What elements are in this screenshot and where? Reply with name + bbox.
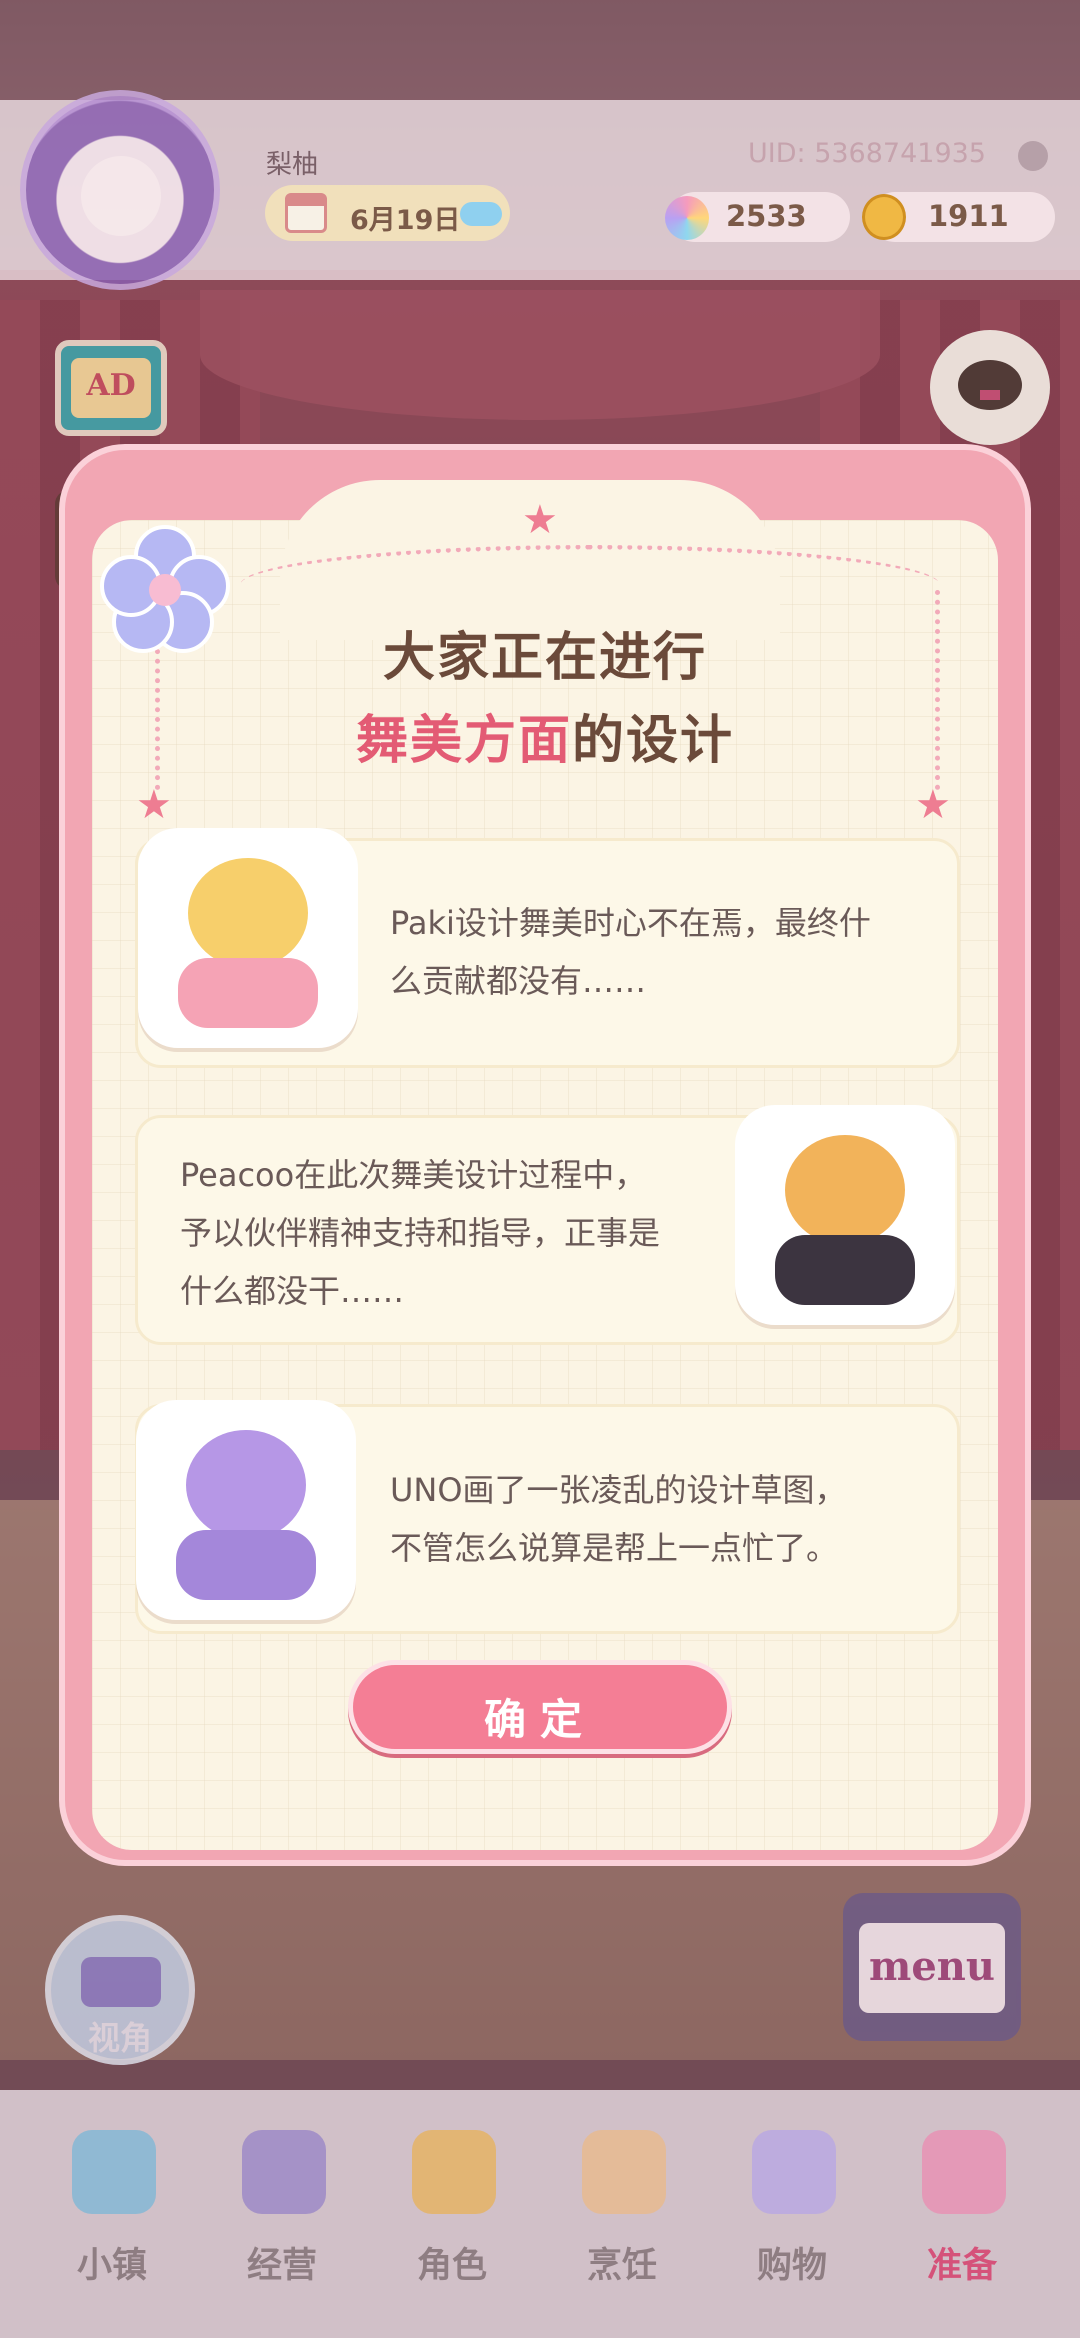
- event-text-line: UNO画了一张凌乱的设计草图，: [390, 1471, 847, 1509]
- event-text-line: 予以伙伴精神支持和指导，正事是: [180, 1214, 661, 1252]
- nav-label: 购物: [756, 2246, 827, 2286]
- nav-item-character[interactable]: 角色: [377, 2105, 527, 2325]
- shopping-bag-icon: [752, 2130, 836, 2214]
- menu-book-button[interactable]: menu: [843, 1893, 1021, 2041]
- gold-coin-icon: [862, 194, 906, 240]
- star-icon: ★: [915, 782, 951, 828]
- coin-count: 1911: [928, 199, 1009, 233]
- peacoo-body: [775, 1235, 915, 1305]
- weather-cloud-icon: [460, 202, 502, 226]
- confirm-label: 确定: [483, 1695, 596, 1744]
- paki-body: [178, 958, 318, 1028]
- dialog-title: 大家正在进行: [382, 628, 707, 688]
- event-text-line: Peacoo在此次舞美设计过程中，: [180, 1156, 647, 1194]
- menu-label: menu: [869, 1943, 995, 1990]
- nav-item-cooking[interactable]: 烹饪: [547, 2105, 697, 2325]
- player-uid: UID: 5368741935: [748, 138, 986, 169]
- event-text-line: Paki设计舞美时心不在焉，最终什: [390, 904, 871, 942]
- map-icon: [72, 2130, 156, 2214]
- nav-item-shopping[interactable]: 购物: [717, 2105, 867, 2325]
- star-icon: ★: [136, 782, 172, 828]
- star-icon: ★: [522, 497, 558, 543]
- shop-bag-icon: [242, 2130, 326, 2214]
- rainbow-gem-icon: [665, 196, 709, 240]
- game-date: 6月19日: [350, 205, 461, 236]
- nav-label: 准备: [926, 2246, 997, 2286]
- confirm-button[interactable]: 确定: [348, 1660, 732, 1754]
- gem-count: 2533: [726, 199, 807, 233]
- nav-label: 烹饪: [586, 2246, 657, 2286]
- event-text-peacoo: Peacoo在此次舞美设计过程中， 予以伙伴精神支持和指导，正事是 什么都没干……: [180, 1146, 660, 1320]
- cat-mascot-chat-icon[interactable]: [930, 330, 1050, 445]
- camera-label: 视角: [87, 2019, 152, 2057]
- peacoo-hair: [785, 1135, 905, 1245]
- calendar-icon: [285, 193, 327, 233]
- uno-body: [176, 1530, 316, 1600]
- dialog-subtitle: 舞美方面的设计: [92, 715, 998, 767]
- dotted-garland: [240, 545, 940, 625]
- sandwich-icon: [582, 2130, 666, 2214]
- character-icon: [412, 2130, 496, 2214]
- nav-item-business[interactable]: 经营: [207, 2105, 357, 2325]
- event-text-uno: UNO画了一张凌乱的设计草图， 不管怎么说算是帮上一点忙了。: [390, 1461, 847, 1577]
- ad-label: AD: [86, 368, 136, 403]
- event-text-paki: Paki设计舞美时心不在焉，最终什 么贡献都没有……: [390, 894, 871, 1010]
- paki-hair: [188, 858, 308, 968]
- nav-label: 经营: [246, 2246, 317, 2286]
- dialog-subtitle-suffix: 的设计: [572, 711, 735, 771]
- event-text-line: 什么都没干……: [180, 1272, 405, 1310]
- nav-item-prepare[interactable]: 准备: [887, 2105, 1037, 2325]
- camera-view-button[interactable]: 视角: [45, 1915, 195, 2065]
- dialog-subtitle-highlight: 舞美方面: [355, 711, 572, 771]
- player-name: 梨柚: [266, 150, 319, 180]
- copy-uid-icon[interactable]: [1018, 141, 1048, 171]
- nav-item-town[interactable]: 小镇: [37, 2105, 187, 2325]
- nav-label: 角色: [416, 2246, 487, 2286]
- uno-hood: [186, 1430, 306, 1540]
- flower-center: [149, 574, 181, 606]
- peacoo-portrait: [735, 1105, 955, 1325]
- ad-tv-button[interactable]: AD: [55, 340, 167, 436]
- nav-label: 小镇: [76, 2246, 147, 2286]
- event-text-line: 不管怎么说算是帮上一点忙了。: [390, 1529, 839, 1567]
- dressup-icon: [922, 2130, 1006, 2214]
- uno-portrait: [136, 1400, 356, 1620]
- video-camera-icon: [81, 1957, 161, 2007]
- avatar-face: [81, 156, 161, 236]
- paki-portrait: [138, 828, 358, 1048]
- player-avatar[interactable]: [20, 90, 220, 290]
- event-text-line: 么贡献都没有……: [390, 962, 647, 1000]
